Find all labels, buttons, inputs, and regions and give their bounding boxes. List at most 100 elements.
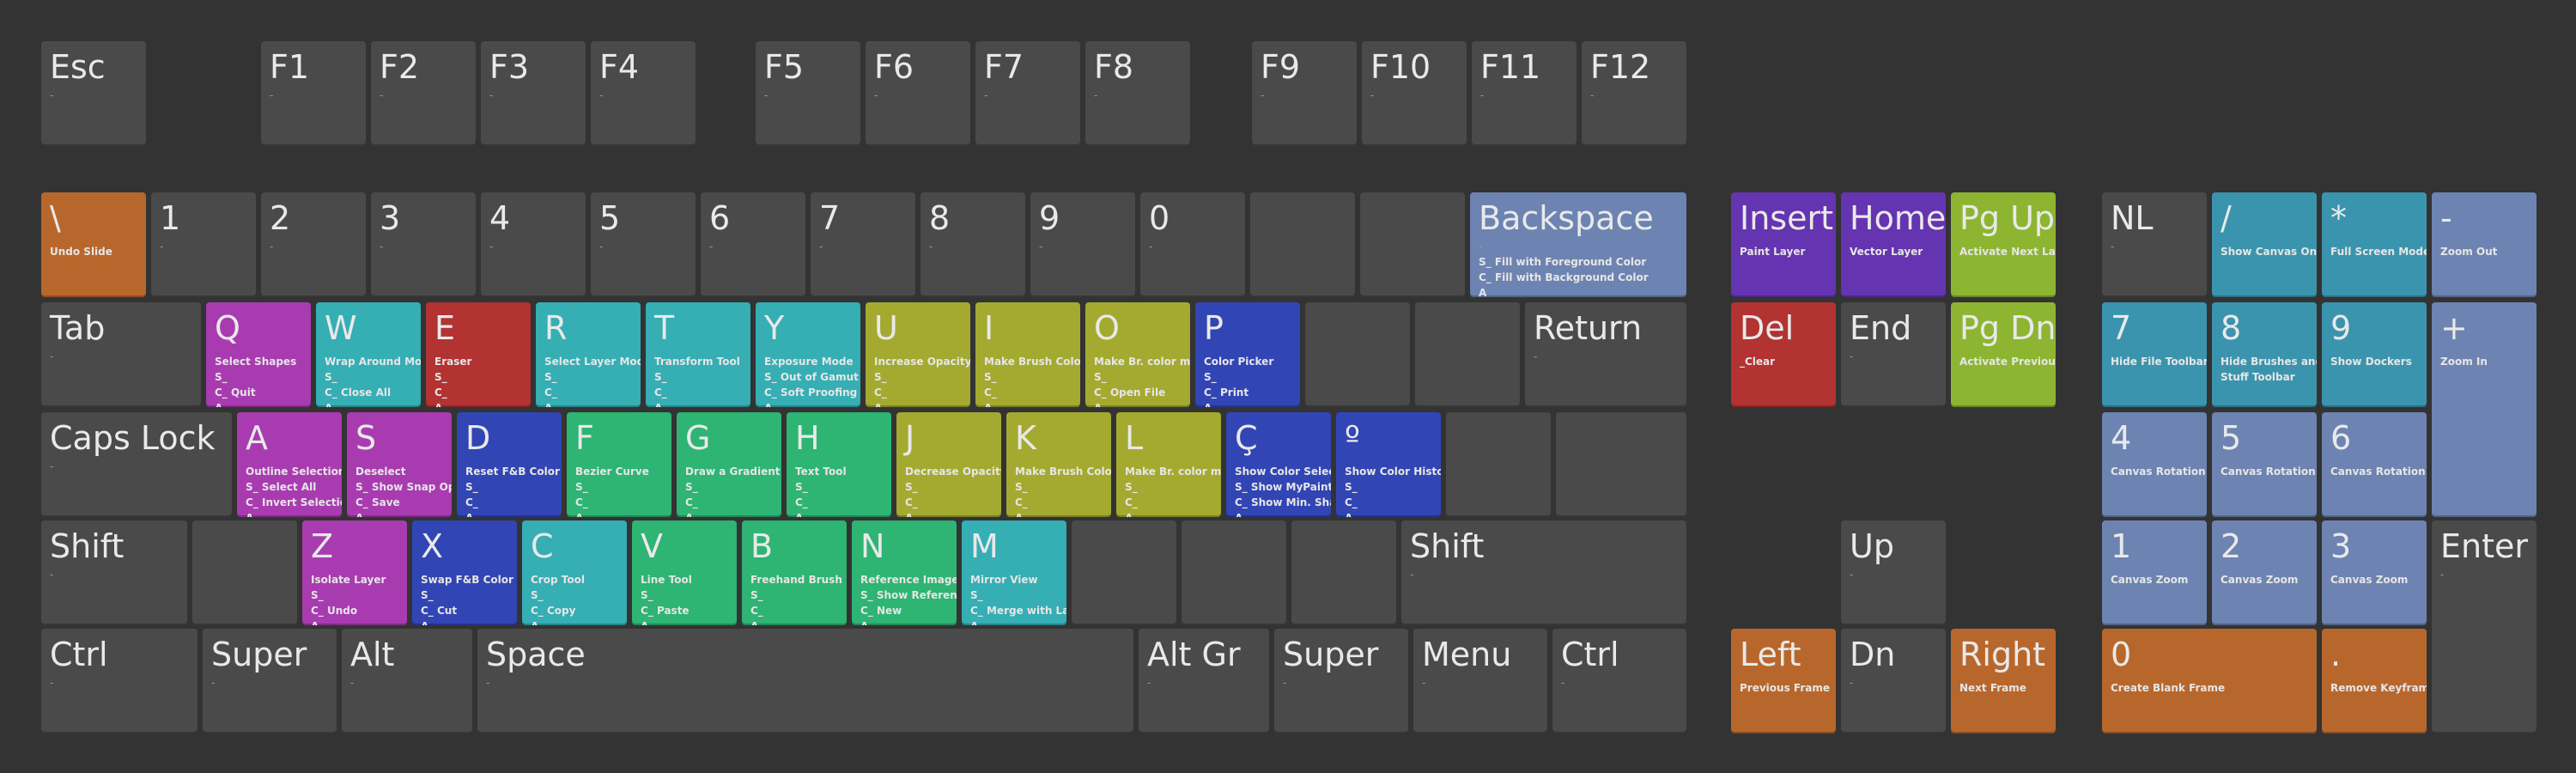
key-backspace[interactable]: Backspace - S_ Fill with Foreground Color C… [1470, 192, 1686, 297]
key-0[interactable]: 0- [1140, 192, 1245, 297]
key-period[interactable] [1182, 520, 1286, 625]
key-b[interactable]: B Freehand Brush S_ C_ A_ [742, 520, 847, 625]
key-f12[interactable]: F12 - [1582, 41, 1686, 146]
key-num8[interactable]: 8 Hide Brushes and Stuff Toolbar [2212, 302, 2317, 407]
key-tilde[interactable] [1446, 412, 1551, 517]
key-7[interactable]: 7- [811, 192, 915, 297]
key-num7[interactable]: 7 Hide File Toolbar [2102, 302, 2207, 407]
key-1[interactable]: 1- [151, 192, 256, 297]
key-o[interactable]: O Make Br. color more Sat. S_ C_ Open File A… [1085, 302, 1190, 407]
key-x[interactable]: X Swap F&B Color S_ C_ Cut A_ [412, 520, 517, 625]
key-f11[interactable]: F11 - [1472, 41, 1577, 146]
key-alt[interactable]: Alt - [342, 629, 472, 733]
key-6[interactable]: 6- [701, 192, 805, 297]
key-5[interactable]: 5- [591, 192, 696, 297]
key-h[interactable]: H Text Tool S_ C_ A_ [787, 412, 891, 517]
key-a[interactable]: A Outline Selection S_ Select All C_ Invert… [237, 412, 342, 517]
key-f10[interactable]: F10 - [1362, 41, 1467, 146]
key-altgr[interactable]: Alt Gr - [1139, 629, 1269, 733]
key-rsuper[interactable]: Super - [1274, 629, 1408, 733]
key-v[interactable]: V Line Tool S_ C_ Paste A_ [632, 520, 737, 625]
key-num6[interactable]: 6 Canvas Rotation [2322, 412, 2427, 517]
key-enter-gap[interactable] [1556, 412, 1686, 517]
key-down[interactable]: Dn - [1841, 629, 1946, 733]
key-left[interactable]: Left Previous Frame [1731, 629, 1836, 733]
key-lsuper[interactable]: Super - [203, 629, 337, 733]
key-numdot[interactable]: . Remove Keyframe [2322, 629, 2427, 733]
key-z[interactable]: Z Isolate Layer S_ C_ Undo A_ [302, 520, 407, 625]
key-3[interactable]: 3- [371, 192, 476, 297]
key-l[interactable]: L Make Br. color more Des. S_ C_ A_ [1116, 412, 1221, 517]
key-k[interactable]: K Make Brush Color Darker S_ C_ A_ [1006, 412, 1111, 517]
key-cedilla[interactable]: Ç Show Color Selector S_ Show MyPaint Sh. … [1226, 412, 1331, 517]
key-u[interactable]: U Increase Opacity S_ C_ A_ [866, 302, 970, 407]
key-g[interactable]: G Draw a Gradient S_ C_ A_ [677, 412, 781, 517]
key-rbracket[interactable] [1415, 302, 1520, 407]
key-j[interactable]: J Decrease Opacity S_ C_ A_ [896, 412, 1001, 517]
key-num4[interactable]: 4 Canvas Rotation [2102, 412, 2207, 517]
key-f5[interactable]: F5 - [756, 41, 860, 146]
key-ordinal[interactable]: º Show Color History S_ C_ A_ [1336, 412, 1441, 517]
key-8[interactable]: 8- [920, 192, 1025, 297]
key-capslock[interactable]: Caps Lock - [41, 412, 232, 517]
key-slash[interactable] [1291, 520, 1396, 625]
key-f7[interactable]: F7 - [975, 41, 1080, 146]
key-num1[interactable]: 1 Canvas Zoom [2102, 520, 2207, 625]
key-lessthan[interactable] [192, 520, 297, 625]
key-rctrl[interactable]: Ctrl - [1552, 629, 1686, 733]
key-numsub[interactable]: - Zoom Out [2432, 192, 2537, 297]
key-p[interactable]: P Color Picker S_ C_ Print A_ [1195, 302, 1300, 407]
key-menu[interactable]: Menu - [1413, 629, 1547, 733]
key-lbracket[interactable] [1305, 302, 1410, 407]
key-c[interactable]: C Crop Tool S_ C_ Copy A_ [522, 520, 627, 625]
key-end[interactable]: End - [1841, 302, 1946, 407]
key-up[interactable]: Up - [1841, 520, 1946, 625]
key-num9[interactable]: 9 Show Dockers [2322, 302, 2427, 407]
key-2[interactable]: 2- [261, 192, 366, 297]
key-n[interactable]: N Reference Image Tool S_ Show Reference I… [852, 520, 957, 625]
key-w[interactable]: W Wrap Around Mode S_ C_ Close All A_ [316, 302, 421, 407]
key-f[interactable]: F Bezier Curve S_ C_ A_ [567, 412, 671, 517]
key-f4[interactable]: F4 - [591, 41, 696, 146]
key-numadd[interactable]: + Zoom In [2432, 302, 2537, 517]
key-num2[interactable]: 2 Canvas Zoom [2212, 520, 2317, 625]
key-esc[interactable]: Esc - [41, 41, 146, 146]
key-f1[interactable]: F1 - [261, 41, 366, 146]
key-numdiv[interactable]: / Show Canvas Only [2212, 192, 2317, 297]
key-del[interactable]: Del _Clear [1731, 302, 1836, 407]
key-comma[interactable] [1072, 520, 1176, 625]
key-num5[interactable]: 5 Canvas Rotation [2212, 412, 2317, 517]
key-q[interactable]: Q Select Shapes S_ C_ Quit A_ [206, 302, 311, 407]
key-insert[interactable]: Insert Paint Layer [1731, 192, 1836, 297]
key-e[interactable]: E Eraser S_ C_ A_ [426, 302, 531, 407]
key-d[interactable]: D Reset F&B Color S_ C_ A_ [457, 412, 562, 517]
key-m[interactable]: M Mirror View S_ C_ Merge with Layer Below A… [962, 520, 1066, 625]
key-r[interactable]: R Select Layer Mode S_ C_ A_ [536, 302, 641, 407]
key-home[interactable]: Home Vector Layer [1841, 192, 1946, 297]
key-num0[interactable]: 0 Create Blank Frame [2102, 629, 2317, 733]
key-pgdn[interactable]: Pg Dn Activate Previous Layer [1951, 302, 2056, 407]
key-numenter[interactable]: Enter - [2432, 520, 2537, 733]
key-f9[interactable]: F9 - [1252, 41, 1357, 146]
key-return[interactable]: Return - [1525, 302, 1686, 407]
key-rshift[interactable]: Shift - [1401, 520, 1686, 625]
key-9[interactable]: 9- [1030, 192, 1135, 297]
key-f6[interactable]: F6 - [866, 41, 970, 146]
key-space[interactable]: Space - [477, 629, 1133, 733]
key-minus[interactable] [1250, 192, 1355, 297]
key-f3[interactable]: F3 - [481, 41, 586, 146]
key-i[interactable]: I Make Brush Color Lighter S_ C_ A_ [975, 302, 1080, 407]
key-t[interactable]: T Transform Tool S_ C_ A_ [646, 302, 750, 407]
key-s[interactable]: S Deselect S_ Show Snap Options Popup C_ Sa… [347, 412, 452, 517]
key-num3[interactable]: 3 Canvas Zoom [2322, 520, 2427, 625]
key-4[interactable]: 4- [481, 192, 586, 297]
key-nummul[interactable]: * Full Screen Mode [2322, 192, 2427, 297]
key-pgup[interactable]: Pg Up Activate Next Layer [1951, 192, 2056, 297]
key-lshift[interactable]: Shift - [41, 520, 187, 625]
key-backslash[interactable]: \ Undo Slide [41, 192, 146, 297]
key-right[interactable]: Right Next Frame [1951, 629, 2056, 733]
key-equal[interactable] [1360, 192, 1465, 297]
key-f8[interactable]: F8 - [1085, 41, 1190, 146]
key-lctrl[interactable]: Ctrl - [41, 629, 197, 733]
key-y[interactable]: Y Exposure Mode S_ Out of Gamut Warnings C_… [756, 302, 860, 407]
